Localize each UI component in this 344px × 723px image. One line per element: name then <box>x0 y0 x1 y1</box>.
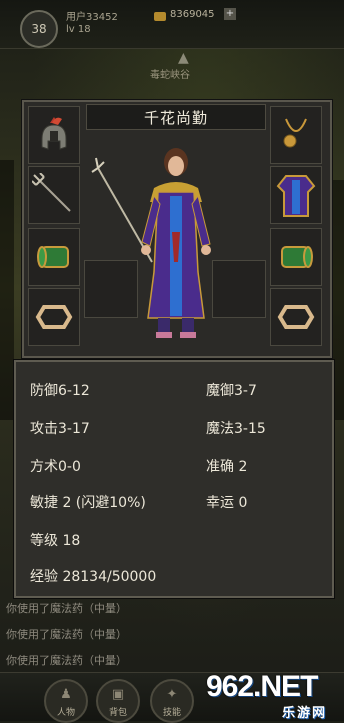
stat-magic: 魔法3-15 <box>206 421 266 437</box>
chat-line: 你使用了魔法药（中量） <box>6 654 127 667</box>
stat-tao: 方术0-0 <box>30 459 81 475</box>
left-side-tab[interactable] <box>0 160 14 420</box>
equipment-panel: 千花尚勤 <box>22 100 332 358</box>
stat-luck: 幸运 0 <box>206 495 248 511</box>
top-status-bar: 38 用户33452 lv 18 8369045 + <box>0 0 344 49</box>
bracer-icon <box>37 246 69 268</box>
stat-attack: 攻击3-17 <box>30 421 90 437</box>
armor-slot[interactable] <box>270 166 322 224</box>
stat-level: 等级 18 <box>30 533 81 549</box>
character-model-icon <box>91 148 211 338</box>
left-bracer-slot[interactable] <box>28 228 80 286</box>
helmet-slot[interactable] <box>28 106 80 164</box>
weapon-slot[interactable] <box>28 166 80 224</box>
right-ring-slot[interactable] <box>270 288 322 346</box>
add-gold-button[interactable]: + <box>224 8 236 20</box>
helmet-icon <box>41 117 67 150</box>
map-name: 毒蛇峡谷 <box>150 70 190 81</box>
character-name-title: 千花尚勤 <box>86 104 266 130</box>
player-name: 用户33452 <box>66 12 118 23</box>
watermark-subtitle: 乐游网 <box>282 706 328 721</box>
character-portrait <box>84 132 268 348</box>
bracer-icon <box>281 246 313 268</box>
nav-bag-label: 背包 <box>108 708 127 718</box>
nav-character-button[interactable]: ♟ 人物 <box>44 679 88 723</box>
gold-icon <box>154 12 166 21</box>
chat-line: 你使用了魔法药（中量） <box>6 628 127 641</box>
bag-icon: ▣ <box>111 687 125 702</box>
nav-bag-button[interactable]: ▣ 背包 <box>96 679 140 723</box>
necklace-slot[interactable] <box>270 106 322 164</box>
nav-skill-label: 技能 <box>162 708 181 718</box>
ring-icon <box>35 305 73 329</box>
site-watermark: 962.NET 乐游网 <box>204 668 344 721</box>
gold-amount: 8369045 <box>170 9 215 20</box>
watermark-logo: 962.NET <box>206 670 318 703</box>
nav-skill-button[interactable]: ✦ 技能 <box>150 679 194 723</box>
stat-defense: 防御6-12 <box>30 383 90 399</box>
up-arrow-icon: ▲ <box>178 50 189 66</box>
trident-icon <box>32 173 71 212</box>
chat-line: 你使用了魔法药（中量） <box>6 602 127 615</box>
nav-character-label: 人物 <box>56 708 75 718</box>
stat-accuracy: 准确 2 <box>206 459 248 475</box>
stat-experience: 经验 28134/50000 <box>30 569 157 585</box>
armor-icon <box>276 175 316 217</box>
right-bracer-slot[interactable] <box>270 228 322 286</box>
player-avatar[interactable]: 38 <box>20 10 58 48</box>
necklace-icon <box>283 118 307 148</box>
player-level: lv 18 <box>66 24 91 35</box>
ring-icon <box>277 305 315 329</box>
player-level-badge: 38 <box>31 22 47 36</box>
skill-icon: ✦ <box>166 687 178 702</box>
attributes-panel: 防御6-12 魔御3-7 攻击3-17 魔法3-15 方术0-0 准确 2 敏捷… <box>14 360 334 598</box>
stat-agility: 敏捷 2 (闪避10%) <box>30 495 146 511</box>
character-icon: ♟ <box>60 687 72 702</box>
stat-magic-defense: 魔御3-7 <box>206 383 257 399</box>
left-ring-slot[interactable] <box>28 288 80 346</box>
